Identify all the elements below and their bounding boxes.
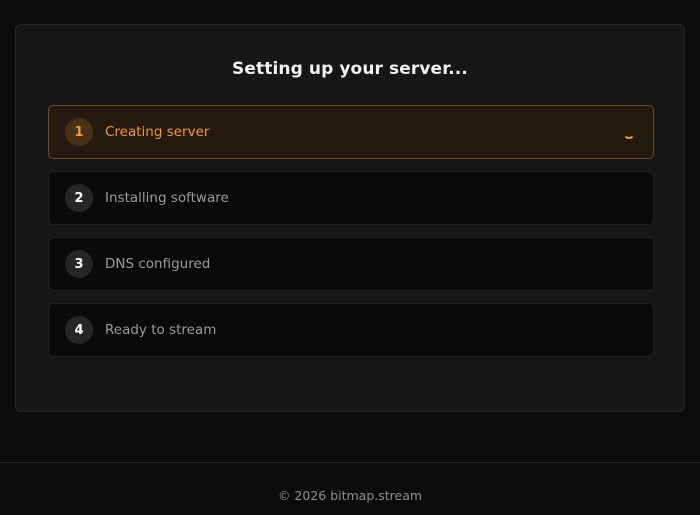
setup-card: Setting up your server... 1 Creating ser… xyxy=(15,24,685,412)
step-installing-software: 2 Installing software xyxy=(48,171,654,225)
step-dns-configured: 3 DNS configured xyxy=(48,237,654,291)
step-ready-to-stream: 4 Ready to stream xyxy=(48,303,654,357)
footer-copyright: © 2026 bitmap.stream xyxy=(277,488,423,503)
step-number-badge: 2 xyxy=(65,184,93,212)
step-label: DNS configured xyxy=(105,256,211,272)
footer-divider xyxy=(0,462,700,463)
step-creating-server: 1 Creating server xyxy=(48,105,654,159)
step-label: Ready to stream xyxy=(105,322,217,338)
page-title: Setting up your server... xyxy=(232,59,468,79)
step-number-badge: 1 xyxy=(65,118,93,146)
step-label: Creating server xyxy=(105,124,210,140)
setup-steps-list: 1 Creating server 2 Installing software … xyxy=(48,105,654,369)
step-label: Installing software xyxy=(105,190,229,206)
loading-spinner-icon xyxy=(623,127,635,139)
step-number-badge: 3 xyxy=(65,250,93,278)
step-number-badge: 4 xyxy=(65,316,93,344)
